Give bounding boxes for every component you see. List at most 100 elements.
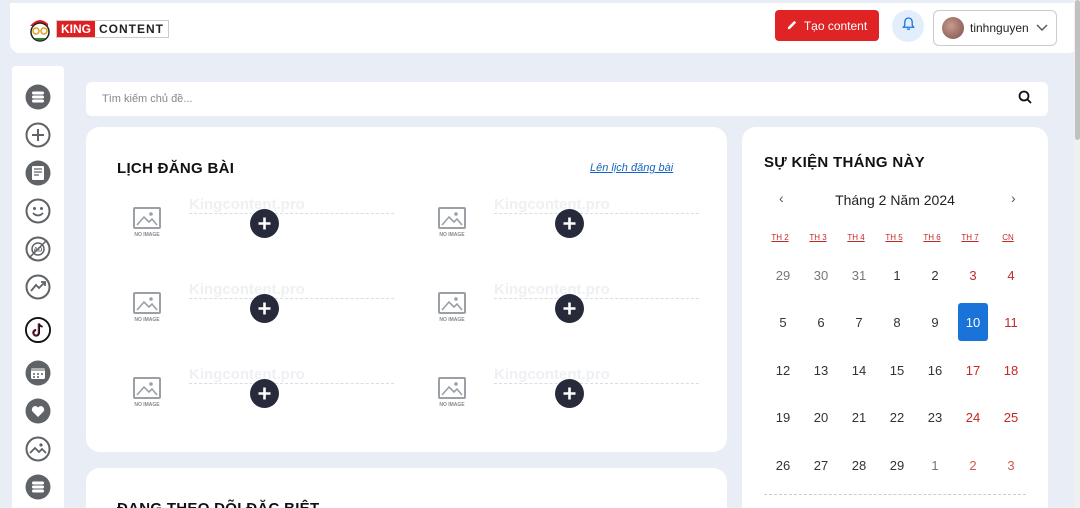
weekday-label: TH 3: [809, 233, 827, 242]
no-image-caption: NO IMAGE: [134, 317, 160, 323]
menu-icon[interactable]: [25, 84, 51, 110]
weekday-label: TH 2: [771, 233, 789, 242]
calendar-day[interactable]: 1: [920, 446, 950, 484]
calendar-day[interactable]: 29: [768, 256, 798, 294]
calendar-day[interactable]: 30: [806, 256, 836, 294]
avatar: [942, 17, 964, 39]
calendar-day[interactable]: 23: [920, 398, 950, 436]
user-menu[interactable]: tinhnguyen: [933, 10, 1057, 46]
calendar-day-today[interactable]: 10: [958, 303, 988, 341]
calendar-day[interactable]: 27: [806, 446, 836, 484]
no-image-caption: NO IMAGE: [439, 317, 465, 323]
search-icon[interactable]: [1018, 90, 1032, 109]
weekday-label: CN: [1002, 233, 1014, 242]
calendar-month-label: Tháng 2 Năm 2024: [835, 192, 955, 208]
add-circle-icon[interactable]: [25, 122, 51, 148]
ad-icon[interactable]: AD: [25, 236, 51, 262]
add-post-button[interactable]: [555, 294, 584, 323]
logo-content-text: CONTENT: [99, 22, 164, 36]
calendar-day[interactable]: 14: [844, 351, 874, 389]
add-post-button[interactable]: [250, 294, 279, 323]
calendar-day[interactable]: 25: [996, 398, 1026, 436]
add-post-button[interactable]: [250, 209, 279, 238]
app-logo[interactable]: KING CONTENT: [26, 13, 172, 45]
calendar-title: SỰ KIỆN THÁNG NÀY: [764, 154, 925, 171]
plus-icon: [258, 302, 271, 315]
calendar-day[interactable]: 8: [882, 303, 912, 341]
schedule-post-link[interactable]: Lên lịch đăng bài: [590, 162, 673, 174]
slot-divider: [494, 213, 699, 214]
chevron-down-icon: [1036, 21, 1048, 35]
search-input[interactable]: [102, 93, 1018, 105]
schedule-slot: NO IMAGE Kingcontent.pro: [434, 281, 704, 344]
scrollbar-thumb[interactable]: [1075, 0, 1080, 140]
next-month-button[interactable]: ›: [1011, 190, 1016, 206]
calendar-day[interactable]: 24: [958, 398, 988, 436]
calendar-day[interactable]: 6: [806, 303, 836, 341]
calendar-day[interactable]: 3: [996, 446, 1026, 484]
heart-icon[interactable]: [25, 398, 51, 424]
calendar-day[interactable]: 2: [958, 446, 988, 484]
username: tinhnguyen: [970, 21, 1029, 35]
notification-button[interactable]: [892, 10, 924, 42]
watermark-text: Kingcontent.pro: [494, 196, 610, 213]
no-image-icon: NO IMAGE: [434, 377, 470, 409]
menu-icon[interactable]: [25, 474, 51, 500]
schedule-slot: NO IMAGE Kingcontent.pro: [129, 281, 399, 344]
calendar-day[interactable]: 12: [768, 351, 798, 389]
weekday-label: TH 4: [847, 233, 865, 242]
slot-divider: [494, 298, 699, 299]
calendar-day[interactable]: 31: [844, 256, 874, 294]
sidebar: AD: [12, 66, 64, 508]
calendar-day[interactable]: 4: [996, 256, 1026, 294]
add-post-button[interactable]: [555, 209, 584, 238]
trend-icon[interactable]: [25, 274, 51, 300]
calendar-day[interactable]: 20: [806, 398, 836, 436]
calendar-day[interactable]: 28: [844, 446, 874, 484]
calendar-day[interactable]: 16: [920, 351, 950, 389]
search-bar: [86, 82, 1048, 116]
plus-icon: [258, 217, 271, 230]
plus-icon: [563, 387, 576, 400]
calendar-day[interactable]: 11: [996, 303, 1026, 341]
schedule-slot: NO IMAGE Kingcontent.pro: [129, 366, 399, 429]
no-image-caption: NO IMAGE: [134, 232, 160, 238]
bell-icon: [901, 16, 915, 36]
schedule-card: LỊCH ĐĂNG BÀI Lên lịch đăng bài NO IMAGE…: [86, 127, 727, 452]
add-post-button[interactable]: [250, 379, 279, 408]
calendar-day[interactable]: 2: [920, 256, 950, 294]
calendar-day[interactable]: 15: [882, 351, 912, 389]
calendar-day[interactable]: 29: [882, 446, 912, 484]
calendar-day[interactable]: 9: [920, 303, 950, 341]
calendar-day[interactable]: 26: [768, 446, 798, 484]
watermark-text: Kingcontent.pro: [189, 196, 305, 213]
calendar-day[interactable]: 18: [996, 351, 1026, 389]
calendar-day[interactable]: 1: [882, 256, 912, 294]
calendar-day[interactable]: 19: [768, 398, 798, 436]
no-image-icon: NO IMAGE: [129, 377, 165, 409]
watermark-text: Kingcontent.pro: [189, 281, 305, 298]
calendar-day[interactable]: 13: [806, 351, 836, 389]
calendar-day[interactable]: 5: [768, 303, 798, 341]
schedule-slot: NO IMAGE Kingcontent.pro: [434, 196, 704, 259]
calendar-day[interactable]: 3: [958, 256, 988, 294]
add-post-button[interactable]: [555, 379, 584, 408]
tiktok-icon[interactable]: [25, 317, 51, 343]
document-icon[interactable]: [25, 160, 51, 186]
smiley-icon[interactable]: [25, 198, 51, 224]
calendar-card: SỰ KIỆN THÁNG NÀY ‹ Tháng 2 Năm 2024 › T…: [742, 127, 1048, 508]
calendar-divider: [764, 494, 1026, 495]
create-content-button[interactable]: Tạo content: [775, 10, 879, 41]
plus-icon: [563, 302, 576, 315]
picture-icon[interactable]: [25, 436, 51, 462]
no-image-icon: NO IMAGE: [434, 292, 470, 324]
watermark-text: Kingcontent.pro: [189, 366, 305, 383]
calendar-day[interactable]: 21: [844, 398, 874, 436]
calendar-icon[interactable]: [25, 360, 51, 386]
create-content-label: Tạo content: [803, 18, 868, 33]
calendar-day[interactable]: 7: [844, 303, 874, 341]
follow-title: ĐANG THEO DÕI ĐẶC BIỆT: [117, 500, 319, 508]
slot-divider: [189, 298, 394, 299]
calendar-day[interactable]: 17: [958, 351, 988, 389]
calendar-day[interactable]: 22: [882, 398, 912, 436]
